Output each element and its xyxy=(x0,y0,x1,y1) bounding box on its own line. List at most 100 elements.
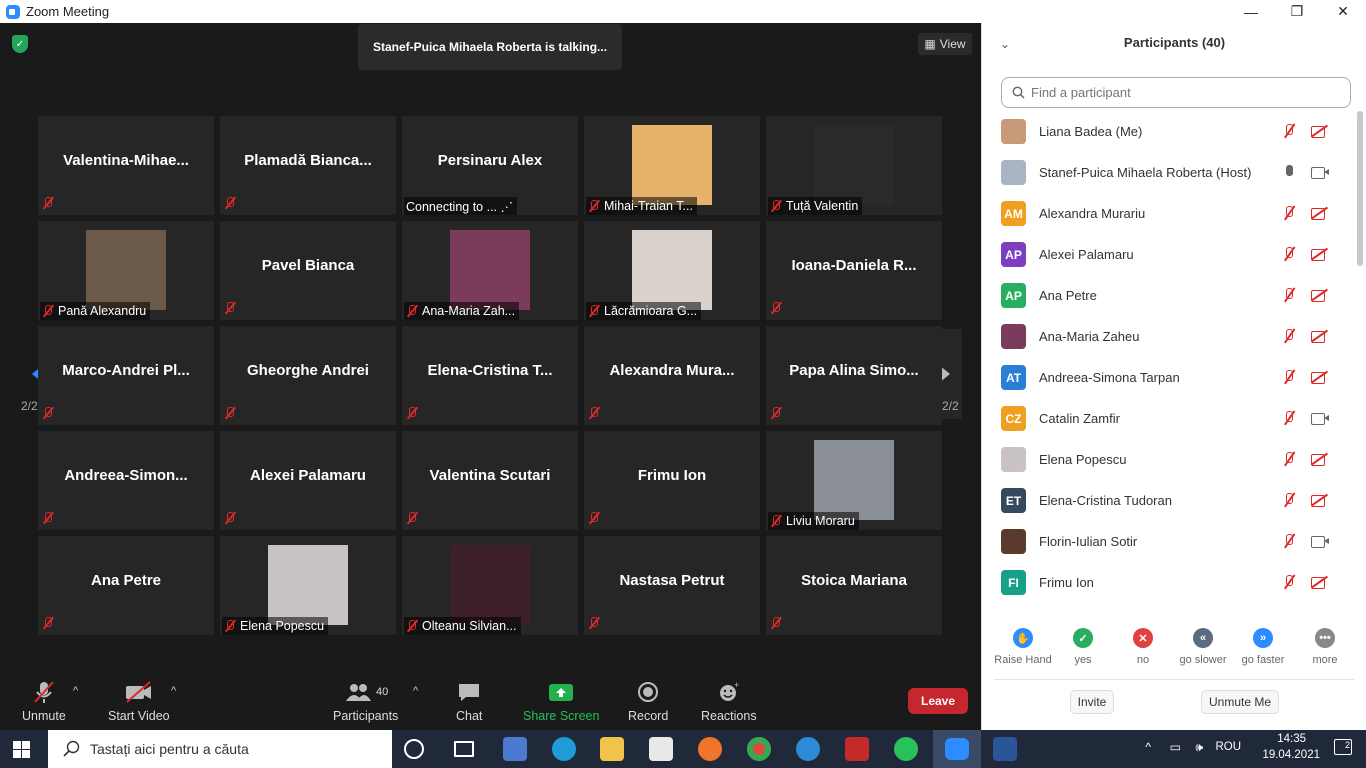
video-tile[interactable]: Pană Alexandru xyxy=(38,221,214,320)
cortana-icon[interactable] xyxy=(404,739,424,759)
store-icon[interactable] xyxy=(649,737,673,761)
participants-button[interactable]: 40 Participants xyxy=(333,679,398,723)
whatsapp-icon[interactable] xyxy=(894,737,918,761)
volume-icon[interactable]: 🕪 xyxy=(1195,740,1203,755)
participant-name: Liana Badea (Me) xyxy=(1039,124,1143,139)
windows-start-icon[interactable] xyxy=(13,741,30,758)
video-tile[interactable]: Frimu Ion xyxy=(584,431,760,530)
feedback-no-button[interactable]: ✕ no xyxy=(1113,628,1173,666)
unmute-me-button[interactable]: Unmute Me xyxy=(1201,690,1279,714)
video-tile[interactable]: Nastasa Petrut xyxy=(584,536,760,635)
video-options-chevron-icon[interactable]: ^ xyxy=(171,685,176,697)
feedback-more-button[interactable]: ••• more xyxy=(1295,628,1355,666)
video-tile[interactable]: Pavel Bianca xyxy=(220,221,396,320)
video-tile[interactable]: Tuță Valentin xyxy=(766,116,942,215)
unmute-button[interactable]: Unmute xyxy=(22,679,66,723)
participant-row[interactable]: Elena Popescu xyxy=(982,439,1352,480)
close-button[interactable]: ✕ xyxy=(1320,0,1366,23)
video-camera-off-icon xyxy=(1311,288,1327,302)
file-app-icon[interactable] xyxy=(503,737,527,761)
muted-mic-icon xyxy=(42,512,56,526)
winrar-icon[interactable] xyxy=(845,737,869,761)
participant-row[interactable]: CZ Catalin Zamfir xyxy=(982,398,1352,439)
taskbar-search[interactable]: Tastați aici pentru a căuta xyxy=(48,730,392,768)
feedback-yes-icon: ✓ xyxy=(1073,628,1093,648)
task-view-icon[interactable] xyxy=(454,741,474,757)
share-screen-button[interactable]: Share Screen xyxy=(523,679,599,723)
battery-icon[interactable]: ▭ xyxy=(1170,740,1181,754)
video-camera-off-icon xyxy=(1311,452,1327,466)
microphone-muted-icon xyxy=(1281,329,1297,343)
participant-row[interactable]: Ana-Maria Zaheu xyxy=(982,316,1352,357)
leave-button[interactable]: Leave xyxy=(908,688,968,714)
clock-time[interactable]: 14:35 xyxy=(1277,733,1306,745)
participant-list-scrollbar[interactable] xyxy=(1357,111,1363,266)
record-icon xyxy=(637,679,659,705)
participant-row[interactable]: AT Andreea-Simona Tarpan xyxy=(982,357,1352,398)
chrome-icon[interactable] xyxy=(747,737,771,761)
video-tile[interactable]: Ana-Maria Zah... xyxy=(402,221,578,320)
feedback-go-faster-button[interactable]: » go faster xyxy=(1233,628,1293,666)
video-tile[interactable]: Elena Popescu xyxy=(220,536,396,635)
search-icon xyxy=(1012,86,1025,99)
video-tile[interactable]: Alexandra Mura... xyxy=(584,326,760,425)
notifications-icon[interactable]: 2 xyxy=(1334,739,1352,755)
participant-search-input[interactable] xyxy=(1031,85,1331,100)
file-explorer-icon[interactable] xyxy=(600,737,624,761)
feedback-go-slower-button[interactable]: « go slower xyxy=(1173,628,1233,666)
video-tile[interactable]: Mihai-Traian T... xyxy=(584,116,760,215)
chat-button[interactable]: Chat xyxy=(456,679,482,723)
start-video-button[interactable]: Start Video xyxy=(108,679,170,723)
feedback-raise-hand-button[interactable]: ✋ Raise Hand xyxy=(993,628,1053,666)
video-tile[interactable]: Papa Alina Simo... xyxy=(766,326,942,425)
language-indicator[interactable]: ROU xyxy=(1215,741,1241,753)
video-tile[interactable]: Olteanu Silvian... xyxy=(402,536,578,635)
word-icon[interactable] xyxy=(993,737,1017,761)
invite-button[interactable]: Invite xyxy=(1070,690,1114,714)
video-tile[interactable]: Gheorghe Andrei xyxy=(220,326,396,425)
video-tile[interactable]: Plamadă Bianca... xyxy=(220,116,396,215)
video-tile[interactable]: Valentina-Mihae... xyxy=(38,116,214,215)
record-button[interactable]: Record xyxy=(628,679,668,723)
video-tile[interactable]: Andreea-Simon... xyxy=(38,431,214,530)
participant-row[interactable]: FI Frimu Ion xyxy=(982,562,1352,603)
video-tile[interactable]: Marco-Andrei Pl... xyxy=(38,326,214,425)
clock-date[interactable]: 19.04.2021 xyxy=(1262,749,1320,761)
video-tile[interactable]: Persinaru Alex Connecting to ... ⋰ xyxy=(402,116,578,215)
video-tile[interactable]: Elena-Cristina T... xyxy=(402,326,578,425)
internet-explorer-icon[interactable] xyxy=(796,737,820,761)
participant-row[interactable]: Stanef-Puica Mihaela Roberta (Host) xyxy=(982,152,1352,193)
participant-row[interactable]: Florin-Iulian Sotir xyxy=(982,521,1352,562)
avatar xyxy=(1001,119,1026,144)
video-tile[interactable]: Ana Petre xyxy=(38,536,214,635)
video-tile[interactable]: Ioana-Daniela R... xyxy=(766,221,942,320)
participant-row[interactable]: AM Alexandra Murariu xyxy=(982,193,1352,234)
video-tile[interactable]: Lăcrămioara G... xyxy=(584,221,760,320)
encryption-shield-icon[interactable]: ✓ xyxy=(12,35,28,53)
participant-search[interactable] xyxy=(1001,77,1351,108)
reactions-button[interactable]: + Reactions xyxy=(701,679,757,723)
participant-row[interactable]: AP Ana Petre xyxy=(982,275,1352,316)
participant-row[interactable]: ET Elena-Cristina Tudoran xyxy=(982,480,1352,521)
view-button[interactable]: ▦ View xyxy=(918,33,972,55)
tile-display-name: Frimu Ion xyxy=(637,467,707,484)
restore-button[interactable]: ❐ xyxy=(1274,0,1320,23)
video-tile[interactable]: Stoica Mariana xyxy=(766,536,942,635)
participant-row[interactable]: Liana Badea (Me) xyxy=(982,111,1352,152)
muted-mic-icon xyxy=(224,197,238,211)
video-tile[interactable]: Valentina Scutari xyxy=(402,431,578,530)
tray-overflow-chevron-icon[interactable]: ^ xyxy=(1145,740,1151,754)
participants-chevron-icon[interactable]: ^ xyxy=(413,685,418,697)
participant-photo xyxy=(450,545,530,625)
start-video-label: Start Video xyxy=(108,709,170,723)
edge-icon[interactable] xyxy=(552,737,576,761)
firefox-icon[interactable] xyxy=(698,737,722,761)
minimize-button[interactable]: — xyxy=(1228,0,1274,23)
audio-options-chevron-icon[interactable]: ^ xyxy=(73,685,78,697)
feedback-yes-button[interactable]: ✓ yes xyxy=(1053,628,1113,666)
video-camera-off-icon xyxy=(1311,370,1327,384)
zoom-taskbar-item[interactable] xyxy=(933,730,981,768)
participant-row[interactable]: AP Alexei Palamaru xyxy=(982,234,1352,275)
video-tile[interactable]: Liviu Moraru xyxy=(766,431,942,530)
video-tile[interactable]: Alexei Palamaru xyxy=(220,431,396,530)
